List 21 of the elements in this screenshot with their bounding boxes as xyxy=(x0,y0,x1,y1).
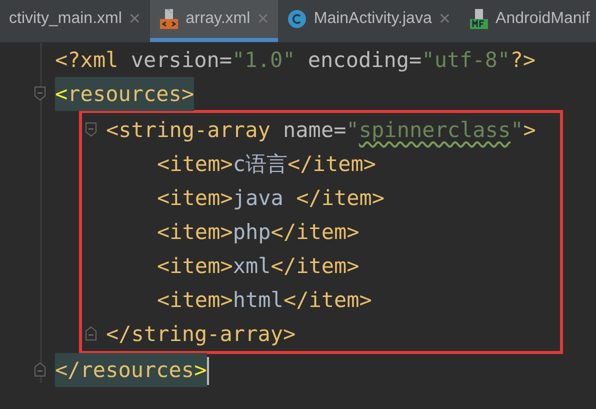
fold-icon[interactable] xyxy=(85,122,97,137)
code-line: <?xml version="1.0" encoding="utf-8"?> xyxy=(55,47,536,74)
file-tab[interactable]: ctivity_main.xml × xyxy=(0,0,150,42)
code-line: <item>php</item> xyxy=(157,219,360,246)
code-line: <string-array name="spinnerclass"> xyxy=(106,117,536,144)
code-line: </string-array> xyxy=(106,321,296,348)
fold-icon[interactable] xyxy=(34,86,46,101)
file-tab[interactable]: array.xml × xyxy=(150,0,278,42)
code-line: <item>c语言</item> xyxy=(157,151,376,178)
file-tab[interactable]: MainActivity.java × xyxy=(278,0,460,42)
fold-icon[interactable] xyxy=(34,362,46,377)
xml-file-icon xyxy=(158,8,179,30)
code-line: <item>xml</item> xyxy=(157,253,360,280)
close-icon[interactable]: × xyxy=(128,8,141,30)
fold-icon[interactable] xyxy=(85,326,97,341)
code-line: <item>html</item> xyxy=(157,287,372,314)
code-line: <item>java </item> xyxy=(157,185,385,212)
manifest-file-icon xyxy=(468,8,489,30)
class-icon xyxy=(286,9,307,29)
close-icon[interactable]: × xyxy=(438,8,451,30)
file-tab[interactable]: AndroidManif xyxy=(460,0,596,42)
